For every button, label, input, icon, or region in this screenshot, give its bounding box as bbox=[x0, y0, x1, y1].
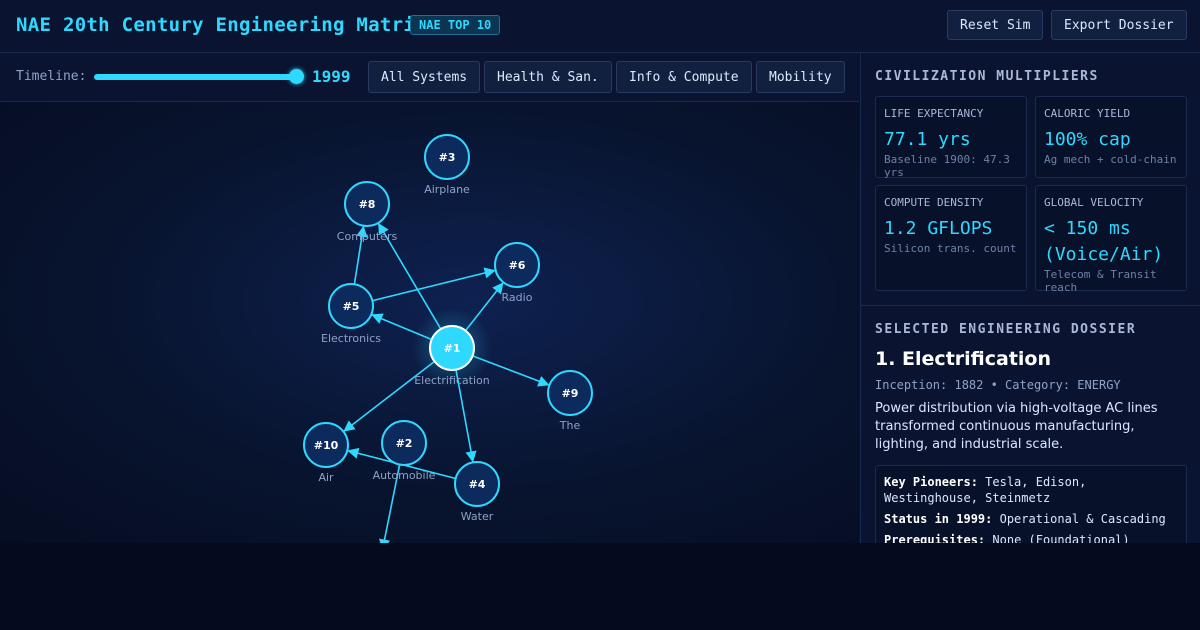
header: NAE 20th Century Engineering Matrix NAE … bbox=[0, 0, 1200, 53]
timeline-slider[interactable] bbox=[94, 69, 304, 84]
node-id: #1 bbox=[444, 342, 461, 355]
node-id: #9 bbox=[562, 387, 579, 400]
status-row: Status in 1999: Operational & Cascading bbox=[884, 511, 1180, 527]
node-label: Electronics bbox=[321, 332, 381, 345]
card-sub: Telecom & Transit reach bbox=[1044, 268, 1157, 294]
graph-node-3[interactable]: #3 Airplane bbox=[424, 134, 470, 196]
graph-node-6[interactable]: #6 Radio bbox=[494, 242, 540, 304]
pioneers-label: Key Pioneers: bbox=[884, 475, 978, 489]
card-sub: Baseline 1900: 47.3 yrs bbox=[884, 153, 1010, 179]
card-label: GLOBAL VELOCITY bbox=[1044, 196, 1144, 209]
dependency-graph[interactable]: #1 Electrification #2 Automobile #3 Airplane #… bbox=[0, 102, 859, 543]
timeline-track[interactable] bbox=[94, 74, 296, 80]
card-sub: Silicon trans. count bbox=[884, 242, 1017, 255]
prereq-value: None (Foundational) bbox=[992, 533, 1130, 543]
node-label: Automobile bbox=[373, 469, 436, 482]
graph-node-1[interactable]: #1 Electrification bbox=[412, 308, 492, 388]
card-value: 100% cap bbox=[1044, 129, 1131, 150]
node-label: Air bbox=[318, 471, 334, 484]
export-dossier-button[interactable]: Export Dossier bbox=[1051, 10, 1187, 40]
node-id: #2 bbox=[396, 437, 413, 450]
app-title: NAE 20th Century Engineering Matrix bbox=[16, 14, 427, 36]
nae-badge: NAE TOP 10 bbox=[410, 15, 501, 35]
node-id: #6 bbox=[509, 259, 526, 272]
node-id: #3 bbox=[439, 151, 456, 164]
card-label: CALORIC YIELD bbox=[1044, 107, 1131, 120]
node-id: #10 bbox=[314, 439, 339, 452]
graph-nodes: #1Electrification#2Automobile#3Airplane#… bbox=[303, 134, 593, 523]
dossier-meta: Inception: 1882 • Category: ENERGY bbox=[875, 378, 1121, 392]
node-label: Water bbox=[461, 510, 494, 523]
prereq-label: Prerequisites: bbox=[884, 533, 986, 543]
node-label: Computers bbox=[337, 230, 398, 243]
app-window: NAE 20th Century Engineering Matrix NAE … bbox=[0, 0, 1200, 543]
card-label: COMPUTE DENSITY bbox=[884, 196, 984, 209]
node-id: #5 bbox=[343, 300, 360, 313]
status-label: Status in 1999: bbox=[884, 512, 993, 526]
prereq-row: Prerequisites: None (Foundational) bbox=[884, 532, 1180, 543]
graph-canvas: #1Electrification#2Automobile#3Airplane#… bbox=[303, 134, 593, 543]
graph-node-9[interactable]: #9 The bbox=[547, 370, 593, 432]
node-label: Electrification bbox=[414, 374, 490, 387]
dossier-description: Power distribution via high-voltage AC l… bbox=[875, 401, 1158, 452]
timeline-label: Timeline: bbox=[16, 69, 87, 84]
node-id: #8 bbox=[359, 198, 376, 211]
card-value: < 150 ms (Voice/Air) bbox=[1044, 218, 1164, 265]
filter-health-sanitation[interactable]: Health & San. bbox=[484, 61, 612, 93]
card-value: 77.1 yrs bbox=[884, 129, 971, 150]
graph-node-8[interactable]: #8 Computers bbox=[337, 181, 398, 243]
node-label: Airplane bbox=[424, 183, 470, 196]
status-value: Operational & Cascading bbox=[999, 512, 1166, 526]
filter-all-systems[interactable]: All Systems bbox=[368, 61, 481, 93]
filter-info-compute[interactable]: Info & Compute bbox=[616, 61, 752, 93]
card-global-velocity: GLOBAL VELOCITY < 150 ms (Voice/Air) Tel… bbox=[1035, 185, 1187, 294]
card-life-expectancy: LIFE EXPECTANCY 77.1 yrs Baseline 1900: … bbox=[875, 96, 1027, 179]
panel-divider bbox=[861, 305, 1200, 306]
reset-sim-button[interactable]: Reset Sim bbox=[947, 10, 1044, 40]
pioneers-row: Key Pioneers: Tesla, Edison, Westinghous… bbox=[884, 474, 1180, 506]
card-sub: Ag mech + cold-chain bbox=[1044, 153, 1177, 166]
multipliers-title: CIVILIZATION MULTIPLIERS bbox=[875, 69, 1099, 84]
graph-node-4[interactable]: #4 Water bbox=[454, 461, 500, 523]
right-panel: CIVILIZATION MULTIPLIERS LIFE EXPECTANCY… bbox=[860, 53, 1200, 543]
graph-node-10[interactable]: #10 Air bbox=[303, 422, 349, 484]
timeline-year: 1999 bbox=[312, 67, 351, 86]
dossier-title: SELECTED ENGINEERING DOSSIER bbox=[875, 322, 1137, 337]
node-id: #4 bbox=[469, 478, 486, 491]
node-label: The bbox=[559, 419, 581, 432]
graph-node-2[interactable]: #2 Automobile bbox=[373, 420, 436, 482]
card-caloric-yield: CALORIC YIELD 100% cap Ag mech + cold-ch… bbox=[1035, 96, 1187, 178]
dossier-name: 1. Electrification bbox=[875, 348, 1052, 370]
card-compute-density: COMPUTE DENSITY 1.2 GFLOPS Silicon trans… bbox=[875, 185, 1027, 291]
dossier-details: Key Pioneers: Tesla, Edison, Westinghous… bbox=[875, 465, 1187, 543]
node-label: Radio bbox=[502, 291, 533, 304]
edge-5-6 bbox=[372, 267, 496, 302]
filter-mobility[interactable]: Mobility bbox=[756, 61, 845, 93]
timeline-thumb[interactable] bbox=[288, 69, 304, 84]
graph-node-5[interactable]: #5 Electronics bbox=[321, 283, 381, 345]
card-label: LIFE EXPECTANCY bbox=[884, 107, 984, 120]
card-value: 1.2 GFLOPS bbox=[884, 218, 993, 239]
